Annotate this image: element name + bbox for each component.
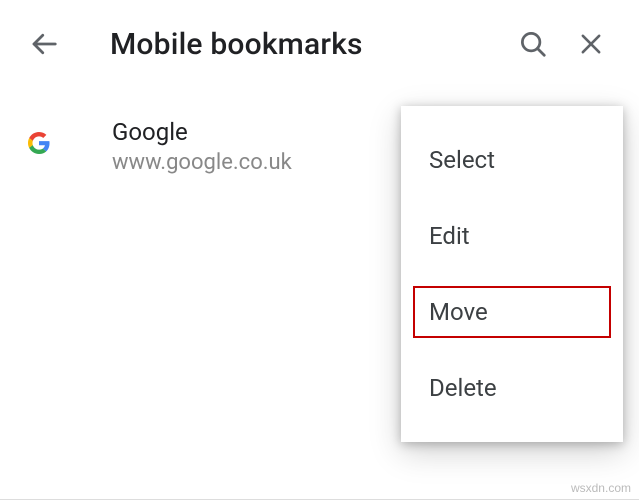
bookmark-title: Google (112, 118, 292, 146)
page-title: Mobile bookmarks (110, 27, 513, 62)
close-icon[interactable] (571, 24, 611, 64)
menu-item-edit[interactable]: Edit (401, 198, 623, 274)
watermark-text: wsxdn.com (571, 481, 631, 495)
header-bar: Mobile bookmarks (0, 0, 639, 88)
menu-item-delete[interactable]: Delete (401, 350, 623, 426)
context-menu: Select Edit Move Delete (401, 106, 623, 442)
menu-item-select[interactable]: Select (401, 122, 623, 198)
menu-item-move[interactable]: Move (401, 274, 623, 350)
back-icon[interactable] (28, 28, 60, 60)
bookmark-text: Google www.google.co.uk (112, 118, 292, 175)
search-icon[interactable] (513, 24, 553, 64)
google-favicon-icon (28, 118, 78, 154)
bookmark-url: www.google.co.uk (112, 150, 292, 175)
